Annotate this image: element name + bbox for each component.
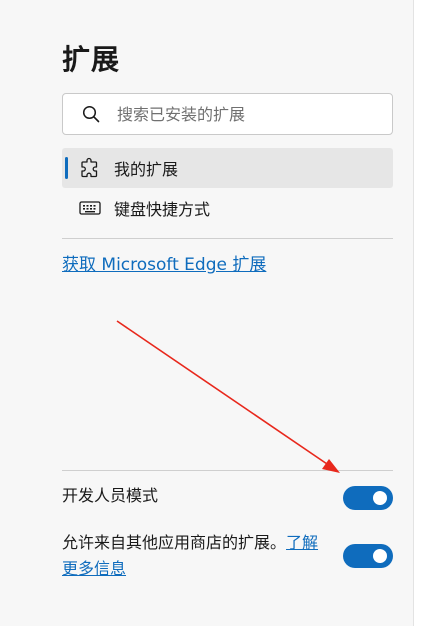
toggle-knob [373, 549, 387, 563]
search-icon [81, 104, 101, 124]
other-stores-text: 允许来自其他应用商店的扩展。 [62, 533, 287, 552]
other-stores-toggle[interactable] [343, 544, 393, 568]
divider [62, 238, 393, 239]
page-title: 扩展 [62, 43, 121, 76]
nav-item-label: 我的扩展 [114, 160, 179, 179]
keyboard-icon [78, 196, 102, 220]
get-extensions-link[interactable]: 获取 Microsoft Edge 扩展 [62, 250, 266, 275]
search-input[interactable] [117, 104, 367, 124]
developer-mode-label: 开发人员模式 [62, 486, 159, 505]
scrollbar-track[interactable] [413, 0, 429, 626]
selected-indicator [65, 157, 68, 179]
nav-item-label: 键盘快捷方式 [114, 200, 211, 219]
puzzle-piece-icon [78, 156, 102, 180]
other-stores-label: 允许来自其他应用商店的扩展。了解更多信息 [62, 530, 330, 582]
developer-mode-toggle[interactable] [343, 486, 393, 510]
search-box[interactable] [62, 93, 393, 135]
extensions-panel: 扩展 我的扩展 [0, 0, 413, 626]
nav-item-my-extensions[interactable]: 我的扩展 [62, 148, 393, 188]
toggle-knob [373, 491, 387, 505]
nav-item-keyboard-shortcuts[interactable]: 键盘快捷方式 [62, 188, 393, 228]
divider [62, 470, 393, 471]
